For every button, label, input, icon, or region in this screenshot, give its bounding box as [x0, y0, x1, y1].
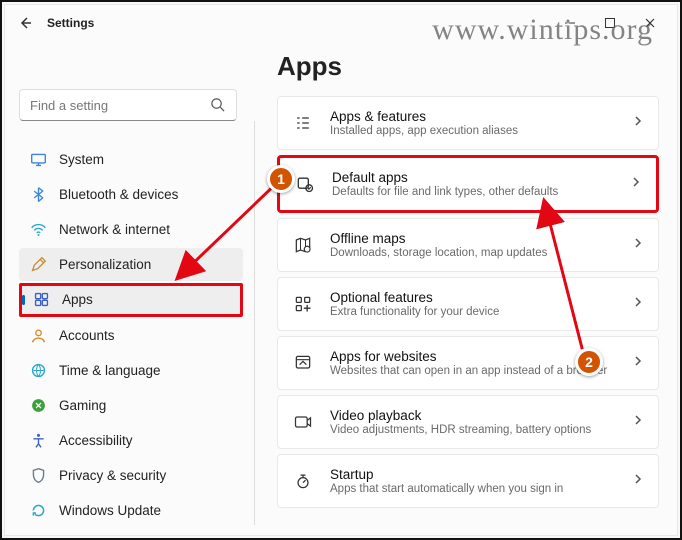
sidebar-item-accessibility[interactable]: Accessibility [19, 424, 243, 457]
search-box[interactable] [19, 89, 243, 121]
card-title: Video playback [330, 408, 616, 423]
sidebar-item-label: Accessibility [59, 433, 133, 448]
chevron-right-icon [632, 354, 644, 372]
sidebar-item-label: Windows Update [59, 503, 161, 518]
sidebar-item-system[interactable]: System [19, 143, 243, 176]
window-title: Settings [47, 16, 94, 30]
close-button[interactable] [631, 9, 669, 37]
default-apps-icon [294, 173, 316, 195]
minimize-icon [564, 17, 576, 29]
privacy-icon [29, 466, 47, 484]
card-apps-websites[interactable]: Apps for websitesWebsites that can open … [277, 336, 659, 390]
sidebar: System Bluetooth & devices Network & int… [5, 41, 251, 535]
startup-icon [292, 470, 314, 492]
sidebar-item-label: Personalization [59, 257, 151, 272]
accessibility-icon [29, 431, 47, 449]
accounts-icon [29, 326, 47, 344]
sidebar-item-update[interactable]: Windows Update [19, 494, 243, 527]
chevron-right-icon [632, 472, 644, 490]
chevron-right-icon [632, 413, 644, 431]
sidebar-item-accounts[interactable]: Accounts [19, 319, 243, 352]
sidebar-item-label: Time & language [59, 363, 161, 378]
sidebar-item-label: Network & internet [59, 222, 170, 237]
sidebar-item-gaming[interactable]: Gaming [19, 389, 243, 422]
card-apps-features[interactable]: Apps & featuresInstalled apps, app execu… [277, 96, 659, 150]
maximize-button[interactable] [591, 9, 629, 37]
card-sub: Video adjustments, HDR streaming, batter… [330, 424, 616, 436]
search-icon [210, 97, 225, 117]
minimize-button[interactable] [551, 9, 589, 37]
arrow-left-icon [17, 15, 33, 31]
titlebar: Settings [5, 5, 677, 41]
apps-features-icon [292, 112, 314, 134]
apps-icon [32, 291, 50, 309]
close-icon [644, 17, 656, 29]
card-optional-features[interactable]: Optional featuresExtra functionality for… [277, 277, 659, 331]
chevron-right-icon [632, 236, 644, 254]
back-button[interactable] [9, 7, 41, 39]
card-sub: Installed apps, app execution aliases [330, 125, 616, 137]
sidebar-item-time[interactable]: Time & language [19, 354, 243, 387]
sidebar-item-label: Gaming [59, 398, 106, 413]
page-title: Apps [277, 51, 659, 82]
sidebar-item-privacy[interactable]: Privacy & security [19, 459, 243, 492]
chevron-right-icon [632, 114, 644, 132]
card-title: Offline maps [330, 231, 616, 246]
card-title: Startup [330, 467, 616, 482]
video-icon [292, 411, 314, 433]
gaming-icon [29, 396, 47, 414]
sidebar-item-label: Apps [62, 292, 93, 307]
sidebar-item-label: Privacy & security [59, 468, 166, 483]
chevron-right-icon [630, 175, 642, 193]
chevron-right-icon [632, 295, 644, 313]
card-video-playback[interactable]: Video playbackVideo adjustments, HDR str… [277, 395, 659, 449]
card-title: Optional features [330, 290, 616, 305]
main-panel: Apps Apps & featuresInstalled apps, app … [251, 41, 677, 535]
card-offline-maps[interactable]: Offline mapsDownloads, storage location,… [277, 218, 659, 272]
card-default-apps[interactable]: Default appsDefaults for file and link t… [277, 155, 659, 213]
card-sub: Websites that can open in an app instead… [330, 365, 616, 377]
card-title: Apps for websites [330, 349, 616, 364]
card-title: Default apps [332, 170, 614, 185]
network-icon [29, 221, 47, 239]
personalization-icon [29, 256, 47, 274]
divider [254, 121, 255, 525]
sidebar-item-label: System [59, 152, 104, 167]
card-sub: Defaults for file and link types, other … [332, 186, 614, 198]
card-sub: Apps that start automatically when you s… [330, 483, 616, 495]
sidebar-item-label: Accounts [59, 328, 115, 343]
sidebar-item-apps[interactable]: Apps [19, 283, 243, 316]
card-startup[interactable]: StartupApps that start automatically whe… [277, 454, 659, 508]
system-icon [29, 151, 47, 169]
optional-icon [292, 293, 314, 315]
sidebar-item-personalization[interactable]: Personalization [19, 248, 243, 281]
time-icon [29, 361, 47, 379]
sidebar-item-network[interactable]: Network & internet [19, 213, 243, 246]
maximize-icon [604, 17, 616, 29]
bluetooth-icon [29, 186, 47, 204]
search-input[interactable] [19, 89, 237, 121]
card-sub: Downloads, storage location, map updates [330, 247, 616, 259]
update-icon [29, 501, 47, 519]
sidebar-item-label: Bluetooth & devices [59, 187, 178, 202]
maps-icon [292, 234, 314, 256]
card-title: Apps & features [330, 109, 616, 124]
websites-icon [292, 352, 314, 374]
card-sub: Extra functionality for your device [330, 306, 616, 318]
sidebar-item-bluetooth[interactable]: Bluetooth & devices [19, 178, 243, 211]
